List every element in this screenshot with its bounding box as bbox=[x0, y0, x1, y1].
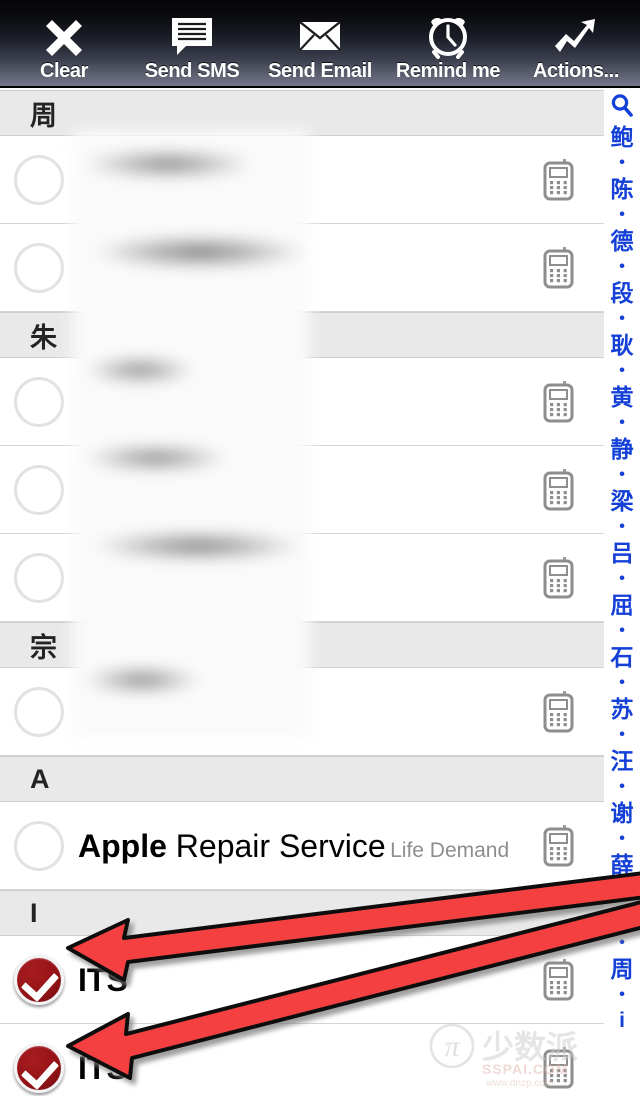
index-entry-dot[interactable]: • bbox=[604, 828, 640, 850]
speech-bubble-icon bbox=[165, 13, 219, 59]
row-checkbox[interactable] bbox=[14, 464, 64, 515]
contacts-list[interactable]: 周 朱 宗 A Apple Repair Service Life Demand… bbox=[0, 90, 604, 1096]
row-checkbox-selected[interactable] bbox=[14, 1042, 64, 1093]
index-entry[interactable]: 梁 bbox=[604, 486, 640, 516]
table-row[interactable]: Apple Repair Service Life Demand bbox=[0, 802, 604, 890]
table-row[interactable] bbox=[0, 668, 604, 756]
index-entry-dot[interactable]: • bbox=[604, 776, 640, 798]
row-checkbox[interactable] bbox=[14, 820, 64, 871]
section-header: 朱 bbox=[0, 312, 604, 358]
index-entry-dot[interactable]: • bbox=[604, 360, 640, 382]
toolbar-label-send-sms: Send SMS bbox=[144, 60, 240, 82]
index-entry[interactable]: 鲍 bbox=[604, 122, 640, 152]
index-entry[interactable]: 章 bbox=[604, 902, 640, 932]
toolbar-button-clear[interactable]: Clear bbox=[0, 4, 128, 86]
index-entry[interactable]: 德 bbox=[604, 226, 640, 256]
index-entry-dot[interactable]: • bbox=[604, 308, 640, 330]
mobile-phone-icon bbox=[532, 241, 586, 295]
table-row[interactable] bbox=[0, 136, 604, 224]
index-entry[interactable]: 薛 bbox=[604, 850, 640, 880]
section-header: A bbox=[0, 756, 604, 802]
row-title-strong: ITS bbox=[78, 1049, 128, 1086]
toolbar-button-remind-me[interactable]: Remind me bbox=[384, 4, 512, 86]
mobile-phone-icon bbox=[532, 819, 586, 873]
index-entry-dot[interactable]: • bbox=[604, 568, 640, 590]
index-entry[interactable]: 谢 bbox=[604, 798, 640, 828]
index-entry[interactable]: 苏 bbox=[604, 694, 640, 724]
mobile-phone-icon bbox=[532, 551, 586, 605]
index-entry[interactable]: 静 bbox=[604, 434, 640, 464]
mobile-phone-icon bbox=[532, 375, 586, 429]
section-header: 宗 bbox=[0, 622, 604, 668]
envelope-icon bbox=[293, 13, 347, 59]
toolbar-button-actions[interactable]: Actions... bbox=[512, 4, 640, 86]
x-icon bbox=[37, 13, 91, 59]
row-checkbox[interactable] bbox=[14, 154, 64, 205]
table-row[interactable]: ITS bbox=[0, 936, 604, 1024]
index-entry-dot[interactable]: • bbox=[604, 516, 640, 538]
index-entry[interactable]: 屈 bbox=[604, 590, 640, 620]
index-entry[interactable]: 石 bbox=[604, 642, 640, 672]
alphabet-index-bar[interactable]: 鲍 • 陈 • 德 • 段 • 耿 • 黄 • 静 • 梁 • 吕 • 屈 • … bbox=[604, 88, 640, 1096]
table-row[interactable] bbox=[0, 534, 604, 622]
table-row[interactable] bbox=[0, 358, 604, 446]
section-header: I bbox=[0, 890, 604, 936]
index-entry-dot[interactable]: • bbox=[604, 412, 640, 434]
table-row[interactable]: ITS bbox=[0, 1024, 604, 1096]
trend-up-icon bbox=[549, 13, 603, 59]
toolbar-label-remind-me: Remind me bbox=[395, 60, 501, 82]
index-entry-dot[interactable]: • bbox=[604, 880, 640, 902]
row-checkbox-selected[interactable] bbox=[14, 954, 64, 1005]
action-toolbar: Clear Send SMS Send Email Remind me Acti… bbox=[0, 0, 640, 88]
alarm-clock-icon bbox=[421, 13, 475, 59]
mobile-phone-icon bbox=[532, 685, 586, 739]
section-header: 周 bbox=[0, 90, 604, 136]
mobile-phone-icon bbox=[532, 1041, 586, 1095]
index-entry-dot[interactable]: • bbox=[604, 932, 640, 954]
row-checkbox[interactable] bbox=[14, 376, 64, 427]
row-title-strong: Apple bbox=[78, 827, 167, 864]
row-text: ITS bbox=[78, 1049, 532, 1087]
index-entry[interactable]: i bbox=[604, 1006, 640, 1036]
toolbar-button-send-email[interactable]: Send Email bbox=[256, 4, 384, 86]
magnifier-icon[interactable] bbox=[604, 90, 640, 122]
index-entry[interactable]: 周 bbox=[604, 954, 640, 984]
index-entry-dot[interactable]: • bbox=[604, 256, 640, 278]
toolbar-label-clear: Clear bbox=[39, 60, 89, 82]
mobile-phone-icon bbox=[532, 463, 586, 517]
index-entry[interactable]: 吕 bbox=[604, 538, 640, 568]
row-checkbox[interactable] bbox=[14, 686, 64, 737]
mobile-phone-icon bbox=[532, 153, 586, 207]
index-entry[interactable]: 段 bbox=[604, 278, 640, 308]
mobile-phone-icon bbox=[532, 953, 586, 1007]
row-text: ITS bbox=[78, 961, 532, 999]
index-entry-dot[interactable]: • bbox=[604, 724, 640, 746]
index-entry[interactable]: 耿 bbox=[604, 330, 640, 360]
index-entry-dot[interactable]: • bbox=[604, 672, 640, 694]
row-title-strong: ITS bbox=[78, 961, 128, 998]
row-checkbox[interactable] bbox=[14, 552, 64, 603]
index-entry-dot[interactable]: • bbox=[604, 152, 640, 174]
index-entry-dot[interactable]: • bbox=[604, 464, 640, 486]
index-entry-dot[interactable]: • bbox=[604, 620, 640, 642]
row-title-rest: Repair Service bbox=[166, 827, 386, 864]
toolbar-label-send-email: Send Email bbox=[268, 60, 372, 82]
row-title: Apple Repair Service bbox=[78, 828, 386, 864]
contacts-multi-select-screen: Clear Send SMS Send Email Remind me Acti… bbox=[0, 0, 640, 1096]
table-row[interactable] bbox=[0, 224, 604, 312]
row-title: ITS bbox=[78, 1050, 128, 1086]
row-text: Apple Repair Service Life Demand bbox=[78, 827, 532, 865]
row-title: ITS bbox=[78, 962, 128, 998]
index-entry[interactable]: 黄 bbox=[604, 382, 640, 412]
index-entry-dot[interactable]: • bbox=[604, 204, 640, 226]
index-entry-dot[interactable]: • bbox=[604, 984, 640, 1006]
row-checkbox[interactable] bbox=[14, 242, 64, 293]
index-entry[interactable]: 陈 bbox=[604, 174, 640, 204]
row-subtitle: Life Demand bbox=[390, 838, 510, 862]
toolbar-label-actions: Actions... bbox=[532, 60, 619, 82]
index-entry[interactable]: 汪 bbox=[604, 746, 640, 776]
table-row[interactable] bbox=[0, 446, 604, 534]
toolbar-button-send-sms[interactable]: Send SMS bbox=[128, 4, 256, 86]
